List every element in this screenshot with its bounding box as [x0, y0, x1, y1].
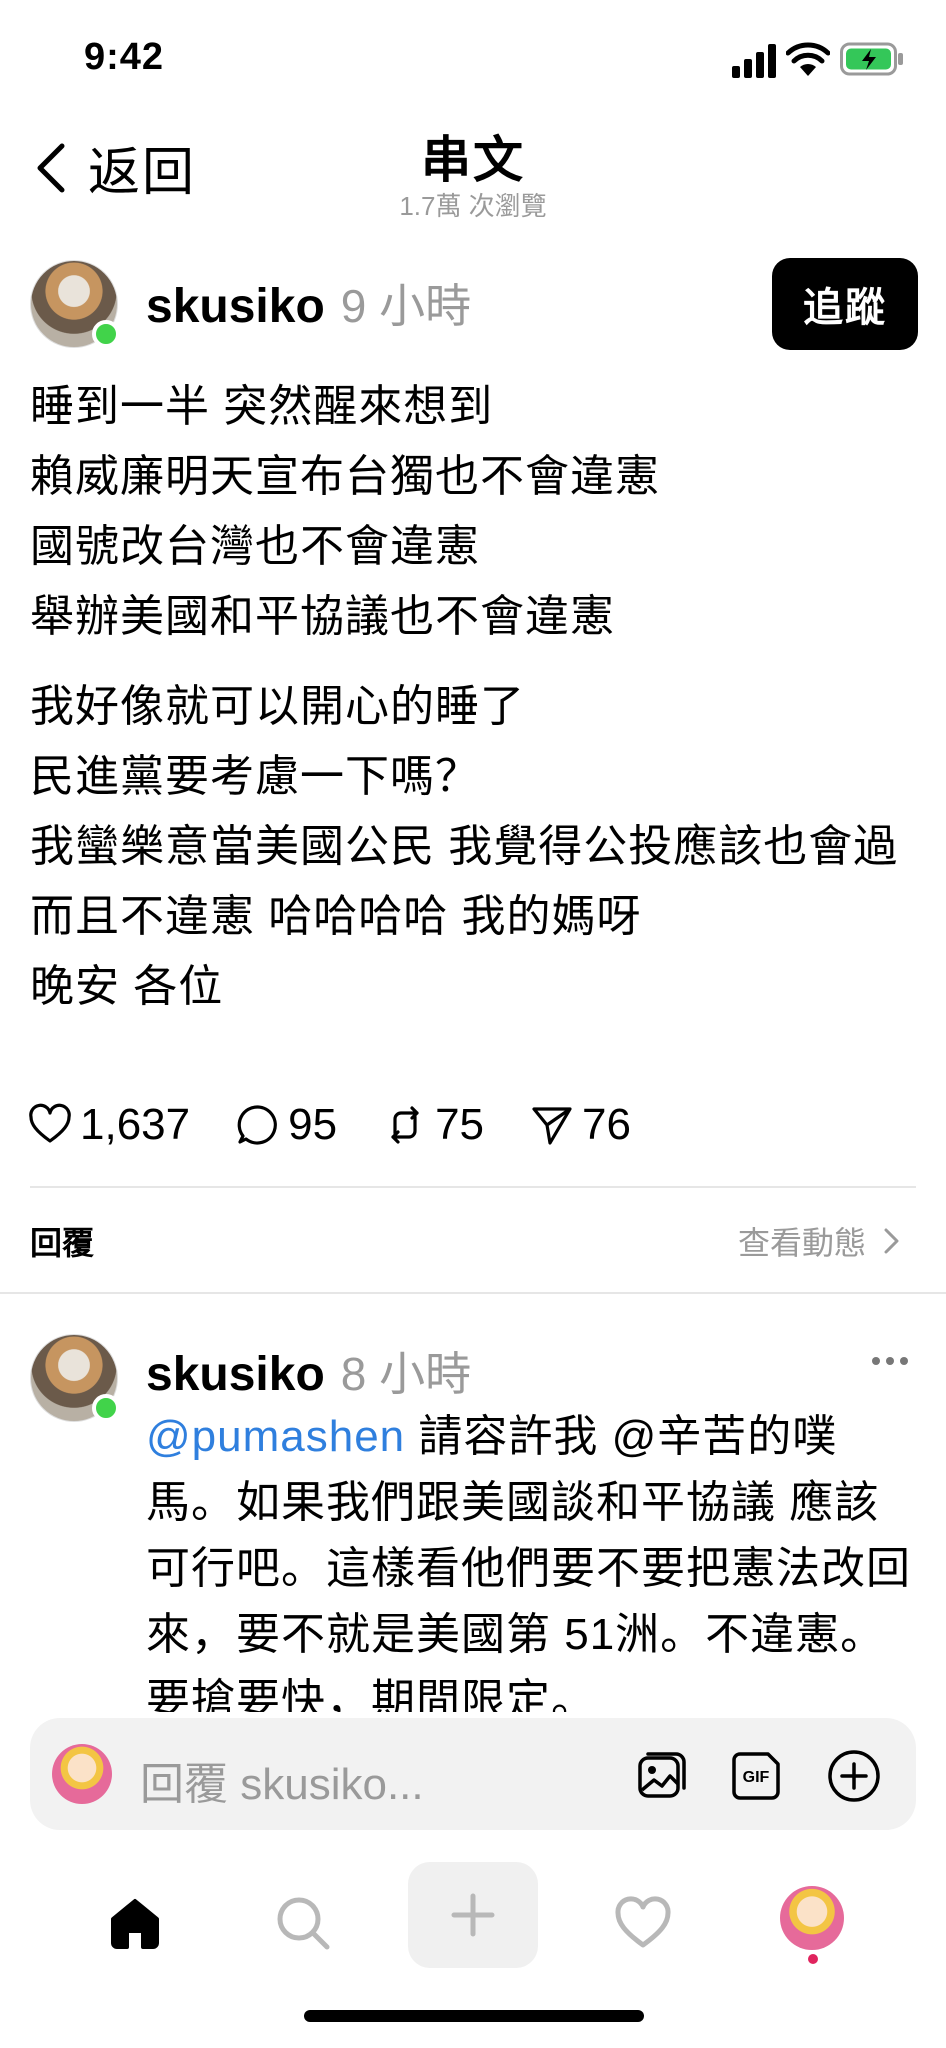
post-line: 賴威廉明天宣布台獨也不會違憲	[30, 452, 660, 501]
post-line: 舉辦美國和平協議也不會違憲	[30, 592, 615, 641]
nav-header: 返回 串文 1.7萬 次瀏覽	[0, 110, 946, 230]
wifi-icon	[786, 42, 830, 76]
reply-header: skusiko 8 小時	[146, 1338, 471, 1404]
like-button[interactable]: 1,637	[28, 1100, 190, 1150]
follow-button[interactable]: 追蹤	[772, 258, 918, 350]
my-avatar	[52, 1744, 112, 1804]
reply-composer[interactable]: 回覆 skusiko... GIF	[30, 1718, 916, 1830]
post-time: 9 小時	[340, 280, 472, 332]
post-text-block-2: 我好像就可以開心的睡了 民進黨要考慮一下嗎？ 我蠻樂意當美國公民 我覺得公投應該…	[30, 672, 920, 1022]
like-count: 1,637	[80, 1100, 191, 1149]
repost-count: 75	[435, 1100, 485, 1149]
cellular-signal-icon	[732, 44, 776, 78]
repost-button[interactable]: 75	[383, 1100, 484, 1150]
plus-icon	[451, 1893, 495, 1937]
post-line: 睡到一半 突然醒來想到	[30, 382, 494, 431]
view-activity-label: 查看動態	[737, 1225, 866, 1261]
post-text-block-1: 睡到一半 突然醒來想到 賴威廉明天宣布台獨也不會違憲 國號改台灣也不會違憲 舉辦…	[30, 372, 660, 652]
reply-time: 8 小時	[340, 1348, 472, 1400]
home-icon	[111, 1899, 159, 1949]
home-indicator	[304, 2010, 644, 2022]
post-line: 我好像就可以開心的睡了	[30, 682, 525, 731]
tab-create[interactable]	[408, 1862, 538, 1968]
post-header: skusiko 9 小時	[146, 270, 471, 336]
view-activity-link[interactable]: 查看動態	[738, 1218, 902, 1264]
post-line: 晚安 各位	[30, 962, 224, 1011]
svg-text:GIF: GIF	[743, 1769, 770, 1786]
send-icon	[532, 1107, 572, 1145]
post-line: 民進黨要考慮一下嗎？	[30, 752, 480, 801]
page-title: 串文	[421, 132, 525, 188]
reply-username[interactable]: skusiko	[146, 1347, 325, 1402]
post-line: 我蠻樂意當美國公民 我覺得公投應該也會過	[30, 822, 899, 871]
share-count: 76	[582, 1100, 631, 1149]
comment-icon	[237, 1105, 277, 1145]
status-bar: 9:42	[0, 0, 946, 120]
share-button[interactable]: 76	[530, 1100, 631, 1150]
post-line: 而且不違憲 哈哈哈哈 我的媽呀	[30, 892, 642, 941]
image-icon[interactable]	[634, 1748, 690, 1804]
tab-home[interactable]	[90, 1878, 180, 1968]
replies-heading: 回覆	[30, 1225, 95, 1261]
online-indicator	[92, 1394, 120, 1422]
heart-icon	[29, 1103, 71, 1143]
chevron-right-icon	[884, 1228, 899, 1254]
divider	[0, 1292, 946, 1294]
comment-button[interactable]: 95	[236, 1100, 337, 1150]
battery-charging-icon	[840, 42, 903, 76]
search-icon	[277, 1897, 330, 1950]
comment-count: 95	[288, 1100, 338, 1149]
post-line: 國號改台灣也不會違憲	[30, 522, 480, 571]
tab-activity[interactable]	[598, 1878, 688, 1968]
post-username[interactable]: skusiko	[146, 279, 325, 334]
gif-icon[interactable]: GIF	[728, 1748, 784, 1804]
notification-dot	[808, 1954, 818, 1964]
tab-search[interactable]	[258, 1878, 348, 1968]
tab-profile[interactable]	[780, 1886, 844, 1950]
divider	[30, 1186, 916, 1188]
reply-input[interactable]: 回覆 skusiko...	[140, 1748, 424, 1812]
view-count: 1.7萬 次瀏覽	[399, 191, 547, 221]
repost-icon	[391, 1106, 419, 1144]
heart-icon	[615, 1896, 671, 1948]
status-time: 9:42	[84, 36, 165, 78]
more-options-icon[interactable]	[870, 1354, 910, 1368]
online-indicator	[92, 320, 120, 348]
post-avatar[interactable]	[30, 260, 120, 348]
reply-text: @pumashen 請容許我 @辛苦的噗馬。如果我們跟美國談和平協議 應該可行吧…	[146, 1404, 916, 1712]
reply-avatar[interactable]	[30, 1334, 120, 1422]
mention-link[interactable]: @pumashen	[146, 1412, 405, 1461]
add-circle-icon[interactable]	[826, 1748, 882, 1804]
post-actions: 1,637 95 75 76	[28, 1100, 677, 1150]
